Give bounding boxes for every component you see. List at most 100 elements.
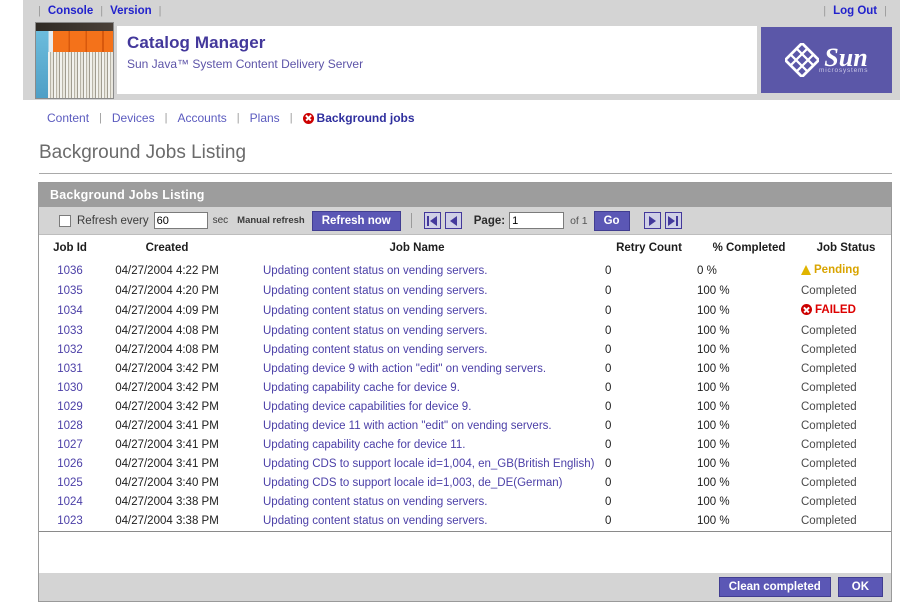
job-name-link[interactable]: Updating content status on vending serve…	[263, 285, 487, 297]
job-name-link[interactable]: Updating content status on vending serve…	[263, 305, 487, 317]
status-badge: Completed	[801, 420, 857, 432]
cell-pct-completed: 100 %	[697, 477, 730, 489]
job-name-link[interactable]: Updating content status on vending serve…	[263, 325, 487, 337]
cell-retry-count: 0	[605, 382, 612, 394]
cell-pct-completed: 0 %	[697, 264, 717, 277]
job-id-link[interactable]: 1023	[57, 515, 83, 527]
job-name-link[interactable]: Updating content status on vending serve…	[263, 515, 487, 527]
nav-item-content[interactable]: Content	[47, 111, 89, 125]
last-page-button[interactable]	[664, 212, 682, 229]
job-id-link[interactable]: 1030	[57, 382, 83, 394]
cell-job-status: Completed	[801, 493, 891, 512]
job-name-link[interactable]: Updating device capabilities for device …	[263, 401, 471, 413]
cell-job-status: Completed	[801, 281, 891, 300]
cell-job-id: 1026	[39, 455, 101, 474]
job-name-link[interactable]: Updating content status on vending serve…	[263, 344, 487, 356]
table-row: 1031 04/27/2004 3:42 PM Updating device 9 …	[39, 360, 891, 379]
cell-created: 04/27/2004 3:42 PM	[115, 382, 219, 394]
separator: |	[38, 4, 41, 17]
job-id-link[interactable]: 1034	[57, 305, 83, 317]
nav-item-accounts[interactable]: Accounts	[177, 111, 226, 125]
seconds-label: sec	[212, 215, 229, 226]
cell-job-id: 1028	[39, 417, 101, 436]
cell-retry-count: 0	[605, 458, 612, 470]
job-id-link[interactable]: 1026	[57, 458, 83, 470]
cell-job-name: Updating content status on vending serve…	[233, 493, 601, 512]
nav-item-background-jobs[interactable]: Background jobs	[302, 111, 415, 125]
job-name-link[interactable]: Updating device 11 with action "edit" on…	[263, 420, 552, 432]
job-id-link[interactable]: 1029	[57, 401, 83, 413]
column-header-created: Created	[145, 242, 189, 254]
job-id-link[interactable]: 1028	[57, 420, 83, 432]
top-utility-bar: | Console | Version | | Log Out |	[23, 0, 900, 21]
job-id-link[interactable]: 1036	[57, 265, 83, 277]
status-label: Completed	[801, 515, 857, 527]
primary-navigation: Content | Devices | Accounts | Plans | B…	[0, 100, 900, 136]
cell-job-status: Completed	[801, 474, 891, 493]
cell-retry-count: 0	[605, 420, 612, 432]
refresh-now-button[interactable]: Refresh now	[311, 210, 401, 231]
column-header-retry-count: Retry Count	[616, 242, 682, 254]
refresh-interval-input[interactable]	[153, 212, 208, 229]
previous-page-button[interactable]	[444, 212, 462, 229]
job-id-link[interactable]: 1033	[57, 325, 83, 337]
job-id-link[interactable]: 1032	[57, 344, 83, 356]
table-row: 1036 04/27/2004 4:22 PM Updating content s…	[39, 260, 891, 281]
logout-link[interactable]: Log Out	[833, 5, 877, 17]
table-row: 1026 04/27/2004 3:41 PM Updating CDS to su…	[39, 455, 891, 474]
status-label: Completed	[801, 420, 857, 432]
cell-retry-count: 0	[605, 496, 612, 508]
job-id-link[interactable]: 1024	[57, 496, 83, 508]
job-name-link[interactable]: Updating content status on vending serve…	[263, 496, 487, 508]
cell-job-status: Completed	[801, 455, 891, 474]
job-name-link[interactable]: Updating capability cache for device 9.	[263, 382, 460, 394]
page-number-input[interactable]	[509, 212, 565, 229]
table-bottom-divider	[39, 530, 891, 532]
job-name-link[interactable]: Updating device 9 with action "edit" on …	[263, 363, 546, 375]
nav-item-devices[interactable]: Devices	[112, 111, 155, 125]
separator: |	[884, 4, 887, 17]
cell-job-status: Completed	[801, 512, 891, 531]
cell-pct-completed: 100 %	[697, 401, 730, 413]
table-row: 1033 04/27/2004 4:08 PM Updating content s…	[39, 322, 891, 341]
page-label: Page:	[473, 214, 506, 227]
ok-button[interactable]: OK	[837, 577, 883, 597]
column-header-job-name: Job Name	[389, 242, 445, 254]
job-id-link[interactable]: 1027	[57, 439, 83, 451]
table-row: 1035 04/27/2004 4:20 PM Updating content s…	[39, 281, 891, 300]
table-row: 1030 04/27/2004 3:42 PM Updating capabilit…	[39, 379, 891, 398]
status-badge: FAILED	[801, 304, 856, 316]
job-name-link[interactable]: Updating CDS to support locale id=1,003,…	[263, 477, 562, 489]
cell-retry-count: 0	[605, 344, 612, 356]
job-name-link[interactable]: Updating CDS to support locale id=1,004,…	[263, 458, 594, 470]
job-name-link[interactable]: Updating content status on vending serve…	[263, 265, 487, 277]
status-label: Completed	[801, 439, 857, 451]
cell-job-status: Completed	[801, 322, 891, 341]
status-label: FAILED	[815, 303, 856, 316]
status-badge: Completed	[801, 496, 857, 508]
first-page-button[interactable]	[423, 212, 441, 229]
cell-job-id: 1027	[39, 436, 101, 455]
job-id-link[interactable]: 1025	[57, 477, 83, 489]
cell-retry-count: 0	[605, 325, 612, 337]
status-label: Completed	[801, 496, 857, 508]
clean-completed-button[interactable]: Clean completed	[718, 577, 831, 597]
cell-job-id: 1024	[39, 493, 101, 512]
console-link[interactable]: Console	[48, 5, 93, 17]
next-page-button[interactable]	[643, 212, 661, 229]
table-row: 1032 04/27/2004 4:08 PM Updating content s…	[39, 341, 891, 360]
job-name-link[interactable]: Updating capability cache for device 11.	[263, 439, 465, 451]
version-link[interactable]: Version	[110, 5, 152, 17]
cell-job-status: Completed	[801, 379, 891, 398]
cell-pct-completed: 100 %	[697, 420, 730, 432]
cell-created: 04/27/2004 3:38 PM	[115, 496, 219, 508]
cell-job-name: Updating content status on vending serve…	[233, 512, 601, 531]
go-button[interactable]: Go	[593, 210, 630, 231]
auto-refresh-checkbox[interactable]	[59, 214, 71, 227]
job-id-link[interactable]: 1031	[57, 363, 83, 375]
job-id-link[interactable]: 1035	[57, 285, 83, 297]
column-header-pct-completed: % Completed	[712, 242, 786, 254]
nav-item-plans[interactable]: Plans	[250, 111, 280, 125]
warning-triangle-icon	[801, 264, 811, 275]
status-label: Completed	[801, 284, 857, 297]
